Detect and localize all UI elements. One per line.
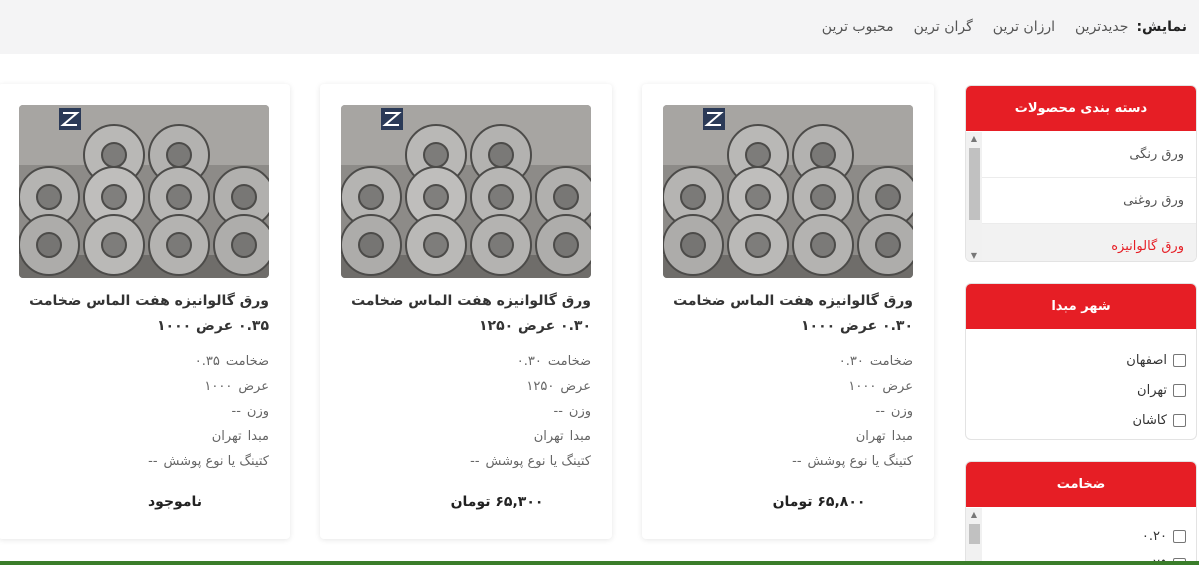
spec-row-width: عرض ۱۲۵۰ — [341, 374, 591, 399]
spec-row-thickness: ضخامت ۰.۳۰ — [663, 349, 913, 374]
thickness-option[interactable]: ۰.۲۰ — [982, 522, 1196, 550]
spec-label: ضخامت — [869, 354, 913, 369]
checkbox-label: اصفهان — [1126, 352, 1167, 368]
sort-option-most-expensive[interactable]: گران ترین — [914, 19, 973, 35]
checkbox-label: کاشان — [1132, 412, 1167, 428]
checkbox[interactable] — [1173, 529, 1186, 543]
spec-row-coating: کتینگ یا نوع پوشش -- — [19, 449, 269, 474]
spec-value: ۱۰۰۰ — [848, 379, 877, 394]
spec-value: -- — [231, 404, 241, 419]
sort-option-cheapest[interactable]: ارزان ترین — [993, 19, 1055, 35]
city-option-tehran[interactable]: تهران — [966, 375, 1196, 405]
checkbox-label: ۰.۲۰ — [1141, 528, 1167, 544]
product-specs: ضخامت ۰.۳۰ عرض ۱۰۰۰ وزن -- مبدا تهران کتینگ … — [663, 349, 913, 474]
product-price: ۶۵,۳۰۰ تومان — [450, 494, 544, 510]
product-title[interactable]: ورق گالوانیزه هفت الماس ضخامت ۰.۳۰ عرض ۱… — [341, 289, 591, 339]
thickness-filter-box: ضخامت ۰.۲۰ ۰.۲۵ ▲ — [965, 461, 1197, 565]
spec-label: مبدا — [891, 429, 913, 444]
city-option-kashan[interactable]: کاشان — [966, 405, 1196, 435]
spec-row-weight: وزن -- — [341, 399, 592, 424]
product-card[interactable]: ورق گالوانیزه هفت الماس ضخامت ۰.۳۰ عرض ۱… — [320, 84, 612, 539]
scroll-up-icon[interactable]: ▲ — [966, 508, 982, 522]
spec-label: ضخامت — [547, 354, 591, 369]
scroll-up-icon[interactable]: ▲ — [966, 132, 982, 146]
thickness-filter-title: ضخامت — [966, 462, 1196, 507]
category-item-galvanized-sheet[interactable]: ورق گالوانیزه — [982, 224, 1196, 261]
spec-row-origin: مبدا تهران — [341, 424, 591, 449]
spec-label: ضخامت — [225, 354, 269, 369]
product-price: ۶۵,۸۰۰ تومان — [772, 494, 866, 510]
product-title[interactable]: ورق گالوانیزه هفت الماس ضخامت ۰.۳۵ عرض ۱… — [19, 289, 269, 339]
spec-row-origin: مبدا تهران — [663, 424, 913, 449]
scrollbar-thumb[interactable] — [969, 148, 980, 220]
sort-option-newest[interactable]: جدیدترین — [1075, 19, 1128, 35]
thickness-scrollbar[interactable]: ▲ — [966, 508, 982, 565]
product-card[interactable]: ورق گالوانیزه هفت الماس ضخامت ۰.۳۰ عرض ۱… — [642, 84, 934, 539]
category-item-oiled-sheet[interactable]: ورق روغنی — [982, 178, 1196, 224]
spec-value: ۱۲۵۰ — [526, 379, 555, 394]
spec-value: تهران — [855, 429, 886, 444]
spec-value: تهران — [211, 429, 242, 444]
city-option-isfahan[interactable]: اصفهان — [966, 345, 1196, 375]
spec-label: عرض — [560, 379, 591, 394]
spec-label: وزن — [568, 404, 591, 419]
checkbox[interactable] — [1173, 383, 1186, 397]
spec-label: عرض — [882, 379, 913, 394]
product-title[interactable]: ورق گالوانیزه هفت الماس ضخامت ۰.۳۰ عرض ۱… — [663, 289, 913, 339]
spec-value: ۰.۳۵ — [194, 354, 220, 369]
spec-label: مبدا — [569, 429, 591, 444]
city-filter-title: شهر مبدا — [966, 284, 1196, 329]
spec-label: عرض — [238, 379, 269, 394]
spec-row-width: عرض ۱۰۰۰ — [663, 374, 913, 399]
product-specs: ضخامت ۰.۳۰ عرض ۱۲۵۰ وزن -- مبدا تهران کتینگ … — [341, 349, 591, 474]
spec-value: -- — [470, 454, 480, 469]
product-specs: ضخامت ۰.۳۵ عرض ۱۰۰۰ وزن -- مبدا تهران کتینگ … — [19, 349, 269, 474]
checkbox[interactable] — [1173, 413, 1186, 427]
bottom-strip — [0, 561, 1199, 565]
spec-value: ۰.۳۰ — [516, 354, 542, 369]
product-card[interactable]: ورق گالوانیزه هفت الماس ضخامت ۰.۳۵ عرض ۱… — [0, 84, 290, 539]
product-image[interactable] — [19, 105, 269, 278]
spec-row-origin: مبدا تهران — [19, 424, 269, 449]
spec-value: ۰.۳۰ — [838, 354, 864, 369]
checkbox-label: تهران — [1137, 382, 1167, 398]
scroll-down-icon[interactable]: ▼ — [966, 249, 982, 261]
spec-value: -- — [792, 454, 802, 469]
spec-row-thickness: ضخامت ۰.۳۵ — [19, 349, 269, 374]
spec-label: وزن — [890, 404, 913, 419]
spec-row-coating: کتینگ یا نوع پوشش -- — [341, 449, 591, 474]
spec-value: تهران — [533, 429, 564, 444]
thickness-checkbox-list: ۰.۲۰ ۰.۲۵ — [982, 522, 1196, 565]
category-list: ورق رنگی ورق روغنی ورق گالوانیزه — [982, 132, 1196, 261]
product-image[interactable] — [663, 105, 913, 278]
spec-row-weight: وزن -- — [19, 399, 270, 424]
spec-row-thickness: ضخامت ۰.۳۰ — [341, 349, 591, 374]
sort-title: نمایش: — [1136, 19, 1187, 35]
category-filter-box: دسته بندی محصولات ورق رنگی ورق روغنی ورق… — [965, 85, 1197, 262]
spec-row-coating: کتینگ یا نوع پوشش -- — [663, 449, 913, 474]
spec-value: -- — [875, 404, 885, 419]
city-filter-box: شهر مبدا اصفهان تهران کاشان — [965, 283, 1197, 440]
checkbox[interactable] — [1173, 353, 1186, 367]
spec-label: مبدا — [247, 429, 269, 444]
spec-row-width: عرض ۱۰۰۰ — [19, 374, 269, 399]
scrollbar-thumb[interactable] — [969, 524, 980, 544]
spec-label: کتینگ یا نوع پوشش — [485, 454, 591, 469]
spec-value: ۱۰۰۰ — [204, 379, 233, 394]
spec-label: کتینگ یا نوع پوشش — [163, 454, 269, 469]
product-image[interactable] — [341, 105, 591, 278]
category-filter-title: دسته بندی محصولات — [966, 86, 1196, 131]
spec-value: -- — [553, 404, 563, 419]
sort-option-popular[interactable]: محبوب ترین — [822, 19, 894, 35]
spec-label: کتینگ یا نوع پوشش — [807, 454, 913, 469]
spec-value: -- — [148, 454, 158, 469]
product-stock-status: ناموجود — [147, 494, 202, 510]
sort-bar: نمایش: جدیدترین ارزان ترین گران ترین محب… — [0, 0, 1199, 54]
spec-row-weight: وزن -- — [663, 399, 914, 424]
spec-label: وزن — [246, 404, 269, 419]
city-checkbox-list: اصفهان تهران کاشان — [966, 329, 1196, 435]
category-scrollbar[interactable]: ▲ ▼ — [966, 132, 982, 261]
category-item-colored-sheet[interactable]: ورق رنگی — [982, 132, 1196, 178]
